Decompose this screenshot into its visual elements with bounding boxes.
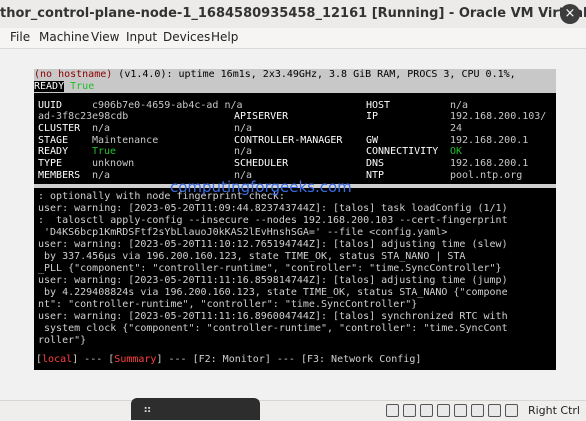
log-line: user: warning: [2023-05-20T11:11:16.8598… bbox=[38, 275, 508, 286]
dns-value: 192.168.200.1 bbox=[450, 158, 529, 169]
title-bar: thor_control-plane-node-1_1684580935458_… bbox=[0, 0, 586, 29]
ntp-label: NTP bbox=[366, 170, 385, 181]
console-footer: [local] --- [Summary] --- [F2: Monitor] … bbox=[36, 354, 421, 366]
vm-display-area: (no hostname) (v1.4.0): uptime 16m1s, 2x… bbox=[0, 49, 586, 400]
menu-input[interactable]: Input bbox=[126, 30, 157, 44]
apiserver-label: APISERVER bbox=[234, 111, 289, 122]
log-line: user: warning: [2023-05-20T11:10:12.7651… bbox=[38, 239, 508, 250]
ip-value: 192.168.200.103/ bbox=[450, 111, 547, 122]
ip-label: IP bbox=[366, 111, 379, 122]
controller-manager-label: CONTROLLER-MANAGER bbox=[234, 135, 343, 146]
watermark-text: computingforgeeks.com bbox=[170, 178, 352, 196]
ready-bar: READY True bbox=[34, 81, 556, 93]
uuid-label: UUID bbox=[38, 100, 63, 111]
controller-manager-value: n/a bbox=[234, 146, 253, 157]
host-label: HOST bbox=[366, 100, 391, 111]
hard-disk-icon[interactable] bbox=[386, 404, 399, 417]
log-line: by 337.456µs via 196.200.160.123, state … bbox=[38, 251, 466, 262]
gw-label: GW bbox=[366, 135, 379, 146]
members-value: n/a bbox=[92, 170, 111, 181]
log-line: user: warning: [2023-05-20T11:11:16.8960… bbox=[38, 311, 508, 322]
hostname-label: (no hostname) bbox=[34, 69, 113, 80]
stage-label: STAGE bbox=[38, 135, 69, 146]
spinner-icon: ⠶ bbox=[143, 402, 152, 416]
scheduler-label: SCHEDULER bbox=[234, 158, 289, 169]
log-line: _PLL {"component": "controller-runtime",… bbox=[38, 263, 502, 274]
optical-drive-icon[interactable] bbox=[403, 404, 416, 417]
log-line: system clock {"component": "controller-r… bbox=[38, 323, 508, 334]
stage-value: Maintenance bbox=[92, 135, 159, 146]
ip-count: 24 bbox=[450, 123, 463, 134]
display-icon[interactable] bbox=[488, 404, 501, 417]
menu-devices[interactable]: Devices bbox=[163, 30, 210, 44]
network-icon[interactable] bbox=[437, 404, 450, 417]
activity-indicator: ⠶ bbox=[131, 398, 260, 420]
log-line: 'D4KS6bcp1KmRDSFtf2sYbLlauoJ0kKAS2lEvHns… bbox=[38, 227, 448, 238]
recording-icon[interactable] bbox=[505, 404, 518, 417]
host-key-label: Right Ctrl bbox=[527, 404, 580, 417]
log-line: user: warning: [2023-05-20T11:09:44.8237… bbox=[38, 203, 508, 214]
log-line: : talosctl apply-config --insecure --nod… bbox=[38, 215, 508, 226]
tab-local[interactable]: local bbox=[42, 354, 72, 365]
ready-header-value: True bbox=[70, 81, 95, 92]
tab-summary[interactable]: Summary bbox=[114, 354, 156, 365]
type-label: TYPE bbox=[38, 158, 63, 169]
footer-separator: ] --- [ bbox=[72, 354, 115, 365]
shared-folder-icon[interactable] bbox=[471, 404, 484, 417]
version-uptime: (v1.4.0): uptime 16m1s, 2x3.49GHz, 3.8 G… bbox=[112, 69, 516, 80]
console-header: (no hostname) (v1.4.0): uptime 16m1s, 2x… bbox=[34, 69, 556, 81]
ready-value: True bbox=[92, 146, 117, 157]
menu-view[interactable]: View bbox=[91, 30, 119, 44]
cluster-label: CLUSTER bbox=[38, 123, 81, 134]
window-title: thor_control-plane-node-1_1684580935458_… bbox=[0, 6, 586, 21]
menu-file[interactable]: File bbox=[10, 30, 30, 44]
cluster-value: n/a bbox=[92, 123, 111, 134]
apiserver-value: n/a bbox=[234, 123, 253, 134]
type-value: unknown bbox=[92, 158, 135, 169]
usb-icon[interactable] bbox=[454, 404, 467, 417]
uuid-value: c906b7e0-4659-ab4c-ad n/a bbox=[92, 100, 243, 111]
status-bar: Right Ctrl bbox=[0, 400, 586, 421]
menu-machine[interactable]: Machine bbox=[39, 30, 89, 44]
log-line: nt": "controller-runtime", "controller":… bbox=[38, 299, 418, 310]
connectivity-value: OK bbox=[450, 146, 463, 157]
audio-icon[interactable] bbox=[420, 404, 433, 417]
ready-label: READY bbox=[38, 146, 69, 157]
ntp-value: pool.ntp.org bbox=[450, 170, 523, 181]
ready-header-label: READY bbox=[34, 81, 65, 92]
dns-label: DNS bbox=[366, 158, 385, 169]
menu-help[interactable]: Help bbox=[211, 30, 238, 44]
log-line: by 4.229408824s via 196.200.160.123, sta… bbox=[38, 287, 508, 298]
host-value: n/a bbox=[450, 100, 469, 111]
uuid-continued: ad-3f8c23e98cdb bbox=[38, 111, 129, 122]
members-label: MEMBERS bbox=[38, 170, 81, 181]
vm-console[interactable]: (no hostname) (v1.4.0): uptime 16m1s, 2x… bbox=[34, 69, 556, 370]
menu-bar: File Machine View Input Devices Help bbox=[0, 28, 586, 49]
close-button[interactable]: × bbox=[560, 4, 580, 24]
log-line: roller"} bbox=[38, 335, 87, 346]
gw-value: 192.168.200.1 bbox=[450, 135, 529, 146]
footer-shortcuts: ] --- [F2: Monitor] --- [F3: Network Con… bbox=[156, 354, 422, 365]
connectivity-label: CONNECTIVITY bbox=[366, 146, 439, 157]
